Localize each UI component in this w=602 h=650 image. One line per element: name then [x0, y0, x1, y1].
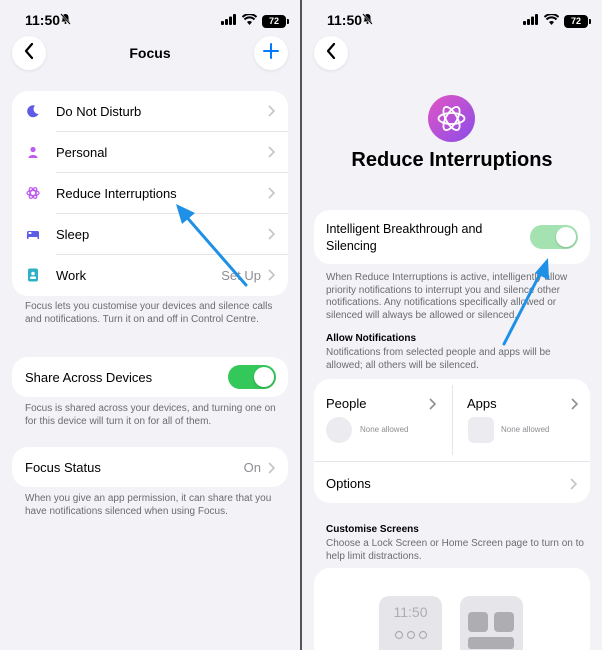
annotation-arrow	[502, 258, 549, 346]
annotation-arrow	[176, 204, 248, 287]
reduce-interruptions-screen: 11:50 72 Reduce Interruptions Intelligen…	[302, 0, 602, 650]
focus-settings-screen: 11:50 72 Focus Do Not Disturb Personal R…	[0, 0, 300, 650]
